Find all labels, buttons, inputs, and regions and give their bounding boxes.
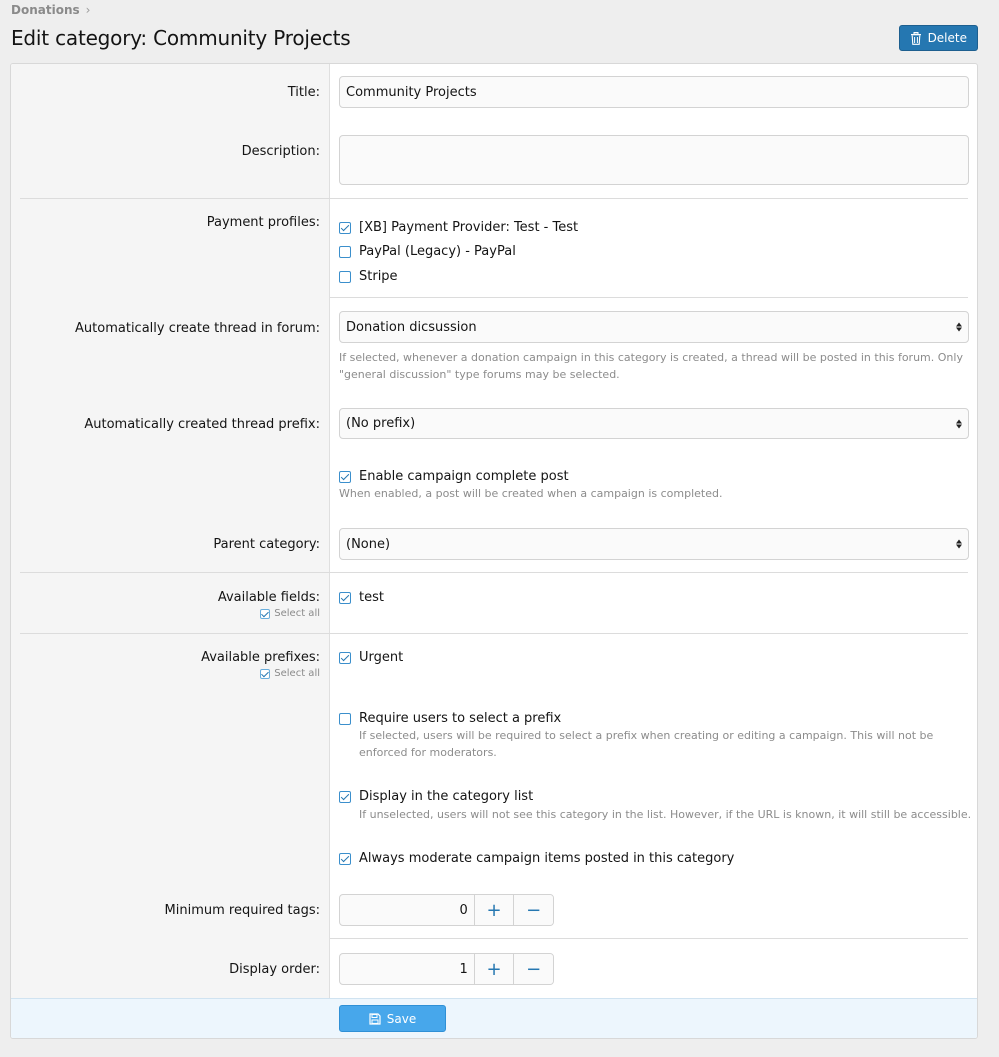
select-all-label: Select all (274, 668, 320, 679)
select-all-label: Select all (274, 608, 320, 619)
campaign-complete-post-label: Enable campaign complete post (359, 469, 569, 484)
display-in-list-label: Display in the category list (359, 789, 534, 804)
trash-icon (910, 31, 921, 45)
plus-icon[interactable]: + (473, 895, 514, 925)
available-field-label: test (359, 590, 384, 605)
display-in-list-hint: If unselected, users will not see this c… (359, 808, 972, 821)
auto-thread-prefix-label: Automatically created thread prefix: (84, 417, 320, 432)
save-button-label: Save (386, 1011, 417, 1026)
page-title: Edit category: Community Projects (11, 26, 351, 50)
delete-button-label: Delete (927, 31, 967, 45)
checkbox-checked[interactable] (339, 651, 351, 664)
checkbox-unchecked[interactable] (339, 712, 351, 725)
checkbox-checked[interactable] (339, 591, 351, 604)
min-tags-stepper[interactable]: 0 + − (339, 894, 554, 926)
title-label: Title: (287, 85, 320, 100)
payment-profile-stripe[interactable]: Stripe (339, 269, 398, 284)
available-field-test[interactable]: test (339, 590, 384, 605)
chevron-right-icon: › (85, 3, 91, 17)
auto-thread-forum-select[interactable]: Donation dicsussion (339, 311, 969, 343)
available-prefixes-label: Available prefixes: (201, 650, 320, 665)
title-input[interactable]: Community Projects (339, 76, 969, 108)
breadcrumb: Donations › (11, 3, 90, 17)
auto-thread-prefix-value: (No prefix) (346, 416, 416, 431)
checkbox-checked[interactable] (339, 221, 351, 234)
edit-category-form: Title: Community Projects Description: P… (10, 63, 978, 1039)
description-textarea[interactable] (339, 135, 969, 185)
display-order-label: Display order: (229, 962, 320, 977)
always-moderate-label: Always moderate campaign items posted in… (359, 851, 735, 866)
select-all-prefixes[interactable]: Select all (260, 668, 320, 679)
section-divider (330, 938, 968, 939)
require-prefix-label: Require users to select a prefix (359, 711, 562, 726)
campaign-complete-post-checkbox[interactable]: Enable campaign complete post (339, 469, 569, 484)
select-all-checkbox[interactable] (260, 608, 271, 619)
select-arrows-icon (956, 322, 962, 332)
select-all-checkbox[interactable] (260, 668, 271, 679)
campaign-complete-post-hint: When enabled, a post will be created whe… (339, 487, 723, 500)
payment-profile-label: [XB] Payment Provider: Test - Test (359, 220, 579, 235)
available-prefix-urgent[interactable]: Urgent (339, 650, 403, 665)
parent-category-label: Parent category: (213, 537, 320, 552)
available-fields-label: Available fields: (217, 590, 320, 605)
auto-thread-prefix-select[interactable]: (No prefix) (339, 408, 969, 439)
breadcrumb-item-donations[interactable]: Donations (11, 3, 80, 17)
min-tags-label: Minimum required tags: (164, 903, 320, 918)
require-prefix-checkbox[interactable]: Require users to select a prefix (339, 711, 561, 726)
available-prefix-label: Urgent (359, 650, 404, 665)
section-divider (20, 198, 968, 199)
payment-profile-label: PayPal (Legacy) - PayPal (359, 244, 516, 259)
label-column (11, 64, 330, 998)
payment-profile-test[interactable]: [XB] Payment Provider: Test - Test (339, 220, 578, 235)
auto-thread-forum-label: Automatically create thread in forum: (75, 321, 320, 336)
section-divider (20, 633, 968, 634)
minus-icon[interactable]: − (513, 895, 553, 925)
checkbox-checked[interactable] (339, 790, 351, 803)
plus-icon[interactable]: + (473, 954, 514, 984)
auto-thread-forum-value: Donation dicsussion (346, 319, 477, 335)
require-prefix-hint: If selected, users will be required to s… (359, 729, 934, 759)
auto-thread-forum-hint: If selected, whenever a donation campaig… (339, 351, 963, 381)
select-arrows-icon (956, 419, 962, 428)
checkbox-checked[interactable] (339, 470, 351, 483)
minus-icon[interactable]: − (513, 954, 553, 984)
checkbox-checked[interactable] (339, 852, 351, 865)
payment-profile-paypal[interactable]: PayPal (Legacy) - PayPal (339, 244, 516, 259)
select-arrows-icon (956, 539, 962, 549)
checkbox-unchecked[interactable] (339, 270, 351, 283)
description-label: Description: (241, 144, 320, 159)
payment-profiles-label: Payment profiles: (206, 215, 320, 230)
section-divider (330, 297, 968, 298)
form-footer: Save (11, 998, 977, 1038)
parent-category-value: (None) (346, 536, 391, 552)
section-divider (20, 572, 968, 573)
checkbox-unchecked[interactable] (339, 245, 351, 258)
parent-category-select[interactable]: (None) (339, 528, 969, 560)
display-order-value[interactable]: 1 (340, 954, 474, 984)
save-button[interactable]: Save (339, 1005, 446, 1032)
display-in-list-checkbox[interactable]: Display in the category list (339, 789, 533, 804)
min-tags-value[interactable]: 0 (340, 895, 474, 925)
display-order-stepper[interactable]: 1 + − (339, 953, 554, 985)
floppy-disk-icon (369, 1012, 381, 1025)
payment-profile-label: Stripe (359, 269, 398, 284)
always-moderate-checkbox[interactable]: Always moderate campaign items posted in… (339, 851, 734, 866)
select-all-fields[interactable]: Select all (260, 608, 320, 619)
delete-button[interactable]: Delete (898, 25, 978, 51)
